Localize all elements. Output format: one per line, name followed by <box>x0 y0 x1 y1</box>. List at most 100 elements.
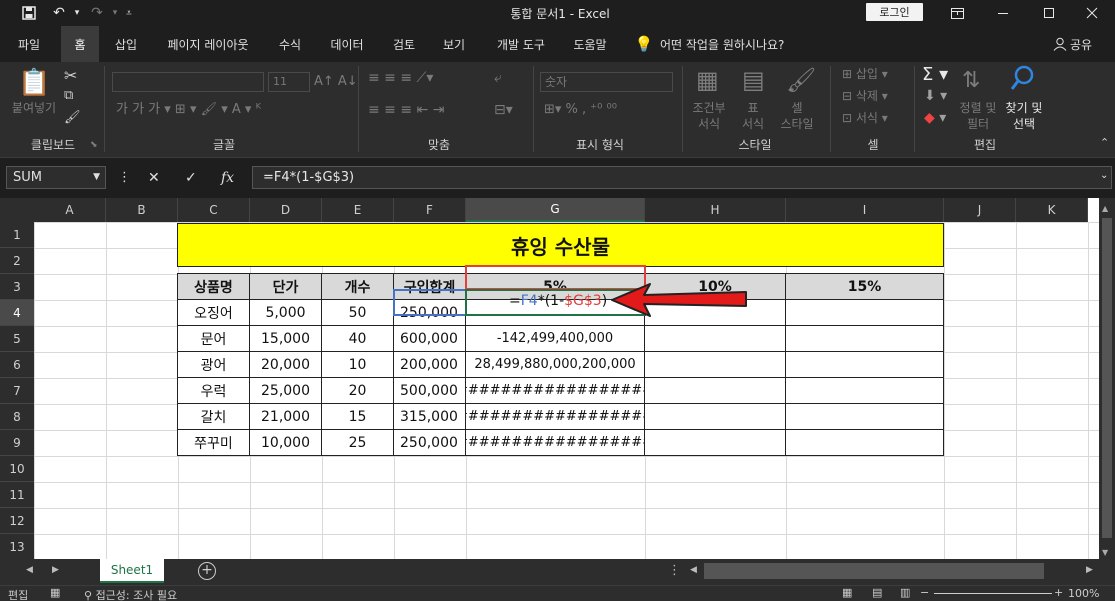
maximize-icon[interactable] <box>1026 0 1072 26</box>
row-header-8[interactable]: 8 <box>0 404 34 430</box>
cancel-icon[interactable]: ✕ <box>148 170 160 186</box>
tab-help[interactable]: 도움말 <box>566 26 614 62</box>
tab-formulas[interactable]: 수식 <box>270 26 310 62</box>
result-cell-15pct[interactable] <box>785 377 944 404</box>
table-header-cell[interactable]: 구입합계 <box>393 273 466 300</box>
clipboard-launcher-icon[interactable]: ⬊ <box>90 140 98 150</box>
column-header-k[interactable]: K <box>1016 198 1088 222</box>
table-cell[interactable]: 20,000 <box>249 351 322 378</box>
table-cell[interactable]: 50 <box>321 299 394 326</box>
row-header-7[interactable]: 7 <box>0 378 34 404</box>
tab-split-handle-icon[interactable]: ⋮ <box>668 563 681 578</box>
result-cell-5pct[interactable]: #################### <box>465 377 645 404</box>
tab-insert[interactable]: 삽입 <box>106 26 146 62</box>
accessibility-status[interactable]: ⚲ 접근성: 조사 필요 <box>84 587 177 601</box>
name-box[interactable]: SUM ▼ <box>6 166 106 189</box>
row-header-3[interactable]: 3 <box>0 274 34 300</box>
table-cell[interactable]: 우럭 <box>177 377 250 404</box>
customize-toolbar-icon[interactable]: ⩡ <box>118 3 140 23</box>
share-button[interactable]: 공유 <box>1070 26 1092 62</box>
row-header-1[interactable]: 1 <box>0 222 34 248</box>
table-cell[interactable]: 500,000 <box>393 377 466 404</box>
cut-icon[interactable]: ✂ <box>64 66 77 85</box>
result-cell-15pct[interactable] <box>785 325 944 352</box>
row-header-11[interactable]: 11 <box>0 482 34 508</box>
table-title[interactable]: 휴잉 수산물 <box>177 223 944 267</box>
tell-me-search[interactable]: 어떤 작업을 원하시나요? <box>660 26 784 62</box>
result-cell-5pct[interactable]: 28,499,880,000,200,000 <box>465 351 645 378</box>
row-header-5[interactable]: 5 <box>0 326 34 352</box>
table-cell[interactable]: 15 <box>321 403 394 430</box>
table-cell[interactable]: 600,000 <box>393 325 466 352</box>
add-sheet-icon[interactable]: + <box>198 562 216 580</box>
page-break-view-icon[interactable]: ▥ <box>900 586 910 599</box>
tab-file[interactable]: 파일 <box>6 26 52 62</box>
worksheet-grid[interactable]: ABCDEFGHIJK 1234567891011121314 휴잉 수산물 상… <box>0 198 1115 559</box>
ribbon-display-options-icon[interactable] <box>934 0 980 26</box>
table-cell[interactable]: 쭈꾸미 <box>177 429 250 456</box>
column-header-j[interactable]: J <box>944 198 1016 222</box>
result-cell-15pct[interactable] <box>785 351 944 378</box>
row-header-4[interactable]: 4 <box>0 300 34 326</box>
tab-data[interactable]: 데이터 <box>322 26 372 62</box>
minimize-icon[interactable] <box>980 0 1026 26</box>
tab-view[interactable]: 보기 <box>436 26 472 62</box>
tab-developer[interactable]: 개발 도구 <box>488 26 554 62</box>
table-cell[interactable]: 5,000 <box>249 299 322 326</box>
column-header-e[interactable]: E <box>322 198 394 222</box>
autosum-icon[interactable]: Σ ▾ <box>922 64 948 85</box>
column-header-c[interactable]: C <box>178 198 250 222</box>
row-header-10[interactable]: 10 <box>0 456 34 482</box>
table-cell[interactable]: 20 <box>321 377 394 404</box>
column-header-i[interactable]: I <box>786 198 944 222</box>
editing-formula[interactable]: =F4*(1-$G$3) <box>509 293 607 309</box>
result-cell-15pct[interactable] <box>785 299 944 326</box>
next-sheet-icon[interactable]: ▶ <box>52 565 59 575</box>
normal-view-icon[interactable]: ▦ <box>842 586 852 599</box>
login-button[interactable]: 로그인 <box>866 3 923 21</box>
table-cell[interactable]: 200,000 <box>393 351 466 378</box>
result-cell-5pct[interactable]: #################### <box>465 403 645 430</box>
prev-sheet-icon[interactable]: ◀ <box>26 565 33 575</box>
insert-function-icon[interactable]: fx <box>221 170 234 186</box>
result-cell-5pct[interactable]: -142,499,400,000 <box>465 325 645 352</box>
table-cell[interactable]: 15,000 <box>249 325 322 352</box>
sheet-tab-sheet1[interactable]: Sheet1 <box>100 559 164 583</box>
column-header-f[interactable]: F <box>394 198 466 222</box>
table-header-cell[interactable]: 상품명 <box>177 273 250 300</box>
scroll-up-icon[interactable]: ▲ <box>1102 204 1108 213</box>
result-cell-10pct[interactable] <box>644 403 786 430</box>
table-cell[interactable]: 315,000 <box>393 403 466 430</box>
zoom-level[interactable]: 100% <box>1068 587 1099 600</box>
row-header-9[interactable]: 9 <box>0 430 34 456</box>
table-header-cell[interactable]: 단가 <box>249 273 322 300</box>
result-cell-10pct[interactable] <box>644 429 786 456</box>
formula-input[interactable]: =F4*(1-$G$3) <box>252 166 1112 189</box>
format-painter-icon[interactable]: 🖌 <box>64 110 81 125</box>
result-cell-10pct[interactable] <box>644 351 786 378</box>
macro-record-icon[interactable]: ▦ <box>50 586 60 599</box>
row-header-13[interactable]: 13 <box>0 534 34 559</box>
clear-icon[interactable]: ◆ ▾ <box>924 110 946 126</box>
table-header-cell[interactable]: 15% <box>785 273 944 300</box>
collapse-ribbon-icon[interactable]: ⌃ <box>1100 136 1109 149</box>
table-cell[interactable]: 250,000 <box>393 299 466 326</box>
table-cell[interactable]: 광어 <box>177 351 250 378</box>
table-cell[interactable]: 25,000 <box>249 377 322 404</box>
tab-page-layout[interactable]: 페이지 레이아웃 <box>160 26 256 62</box>
expand-formula-bar-icon[interactable]: ⌄ <box>1100 170 1108 181</box>
more-options-icon[interactable]: ⋮ <box>118 170 131 185</box>
page-layout-view-icon[interactable]: ▤ <box>872 586 882 599</box>
tab-review[interactable]: 검토 <box>386 26 422 62</box>
table-cell[interactable]: 10 <box>321 351 394 378</box>
scrollbar-thumb[interactable] <box>1102 218 1112 538</box>
row-header-2[interactable]: 2 <box>0 248 34 274</box>
table-cell[interactable]: 문어 <box>177 325 250 352</box>
result-cell-10pct[interactable] <box>644 325 786 352</box>
select-all-corner[interactable] <box>0 198 34 222</box>
vertical-scrollbar[interactable]: ▲ ▼ <box>1099 198 1115 559</box>
table-cell[interactable]: 25 <box>321 429 394 456</box>
find-select-button[interactable]: 찾기 및 선택 <box>998 100 1050 132</box>
table-cell[interactable]: 오징어 <box>177 299 250 326</box>
close-icon[interactable] <box>1069 0 1115 26</box>
